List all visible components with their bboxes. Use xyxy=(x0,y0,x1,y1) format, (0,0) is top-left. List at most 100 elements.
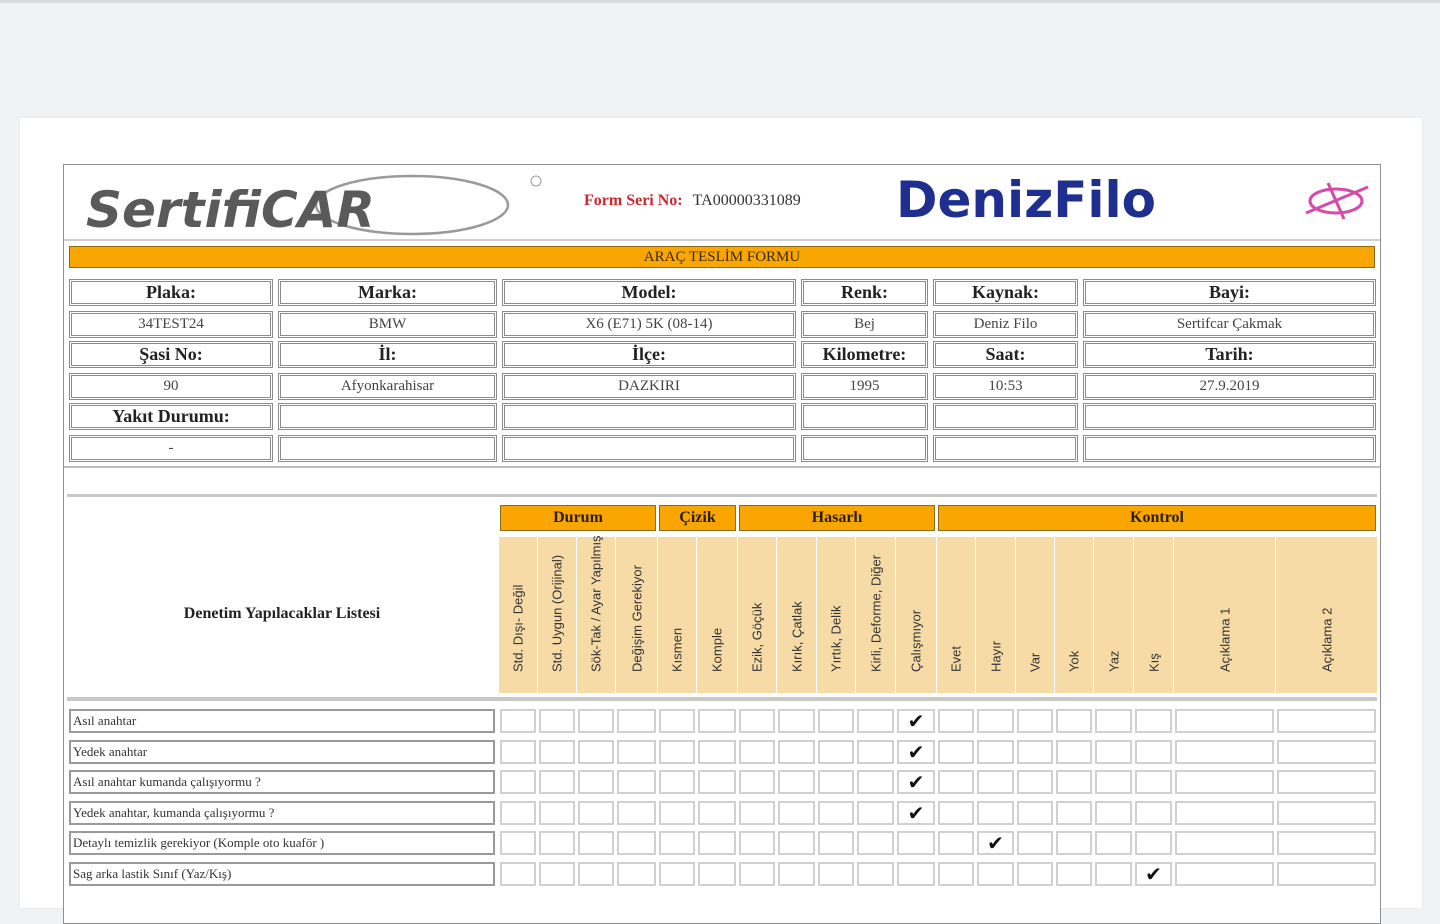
checkbox-cell[interactable] xyxy=(698,709,736,733)
checkbox-cell[interactable] xyxy=(778,831,815,855)
checkbox-cell[interactable] xyxy=(1277,770,1376,794)
checkbox-cell[interactable] xyxy=(938,831,974,855)
checkbox-cell[interactable] xyxy=(857,861,894,886)
checkbox-cell[interactable] xyxy=(818,709,854,733)
checkbox-cell[interactable] xyxy=(1056,739,1092,764)
checkbox-cell[interactable] xyxy=(1095,739,1132,764)
checkbox-cell[interactable] xyxy=(977,861,1014,886)
checkbox-cell[interactable] xyxy=(778,709,815,733)
checkbox-cell[interactable] xyxy=(539,800,575,825)
checkbox-cell[interactable] xyxy=(938,800,974,825)
checkbox-cell[interactable] xyxy=(818,739,854,764)
checkbox-cell[interactable] xyxy=(539,739,575,764)
checkbox-cell[interactable] xyxy=(617,709,656,733)
checkbox-cell[interactable] xyxy=(698,739,736,764)
checkbox-cell[interactable] xyxy=(857,831,894,855)
checkbox-cell[interactable] xyxy=(977,709,1014,733)
checkbox-cell[interactable] xyxy=(1095,831,1132,855)
checkbox-cell[interactable] xyxy=(778,739,815,764)
checkbox-cell[interactable] xyxy=(1017,739,1053,764)
checkbox-cell[interactable] xyxy=(897,831,935,855)
checkbox-cell[interactable] xyxy=(659,831,695,855)
checkbox-cell[interactable] xyxy=(938,739,974,764)
checkbox-cell[interactable] xyxy=(778,861,815,886)
checkbox-cell[interactable] xyxy=(818,800,854,825)
checkbox-cell[interactable] xyxy=(1135,800,1172,825)
checkbox-cell[interactable] xyxy=(1017,709,1053,733)
checkbox-cell[interactable] xyxy=(739,861,775,886)
checkbox-cell[interactable] xyxy=(578,861,614,886)
checkbox-cell[interactable] xyxy=(1017,800,1053,825)
checkbox-cell[interactable] xyxy=(617,831,656,855)
checkbox-cell-checked[interactable]: ✔ xyxy=(897,709,935,733)
checkbox-cell[interactable] xyxy=(938,861,974,886)
checkbox-cell[interactable] xyxy=(1017,861,1053,886)
checkbox-cell[interactable] xyxy=(818,831,854,855)
checkbox-cell[interactable] xyxy=(1135,831,1172,855)
checkbox-cell[interactable] xyxy=(938,709,974,733)
checkbox-cell[interactable] xyxy=(1277,739,1376,764)
checkbox-cell[interactable] xyxy=(578,770,614,794)
checkbox-cell[interactable] xyxy=(977,800,1014,825)
checkbox-cell[interactable] xyxy=(1095,770,1132,794)
checkbox-cell[interactable] xyxy=(1056,831,1092,855)
checkbox-cell[interactable] xyxy=(1017,831,1053,855)
checkbox-cell[interactable] xyxy=(938,770,974,794)
checkbox-cell[interactable] xyxy=(698,861,736,886)
checkbox-cell[interactable] xyxy=(500,861,536,886)
checkbox-cell[interactable] xyxy=(617,800,656,825)
checkbox-cell[interactable] xyxy=(539,861,575,886)
checkbox-cell[interactable] xyxy=(1175,861,1274,886)
checkbox-cell[interactable] xyxy=(977,739,1014,764)
checkbox-cell[interactable] xyxy=(578,739,614,764)
checkbox-cell[interactable] xyxy=(698,831,736,855)
checkbox-cell[interactable] xyxy=(500,831,536,855)
checkbox-cell[interactable] xyxy=(617,770,656,794)
checkbox-cell[interactable] xyxy=(1095,861,1132,886)
checkbox-cell[interactable] xyxy=(857,709,894,733)
checkbox-cell[interactable] xyxy=(778,800,815,825)
checkbox-cell-checked[interactable]: ✔ xyxy=(897,770,935,794)
checkbox-cell[interactable] xyxy=(1135,770,1172,794)
checkbox-cell[interactable] xyxy=(1056,709,1092,733)
checkbox-cell[interactable] xyxy=(539,831,575,855)
checkbox-cell[interactable] xyxy=(1277,709,1376,733)
checkbox-cell[interactable] xyxy=(818,861,854,886)
checkbox-cell-checked[interactable]: ✔ xyxy=(977,831,1014,855)
checkbox-cell[interactable] xyxy=(1175,739,1274,764)
checkbox-cell[interactable] xyxy=(857,800,894,825)
checkbox-cell[interactable] xyxy=(857,770,894,794)
checkbox-cell[interactable] xyxy=(1175,831,1274,855)
checkbox-cell[interactable] xyxy=(1017,770,1053,794)
checkbox-cell[interactable] xyxy=(1056,861,1092,886)
checkbox-cell-checked[interactable]: ✔ xyxy=(897,739,935,764)
checkbox-cell[interactable] xyxy=(857,739,894,764)
checkbox-cell[interactable] xyxy=(739,770,775,794)
checkbox-cell[interactable] xyxy=(617,739,656,764)
checkbox-cell[interactable] xyxy=(1175,770,1274,794)
checkbox-cell[interactable] xyxy=(739,800,775,825)
checkbox-cell[interactable] xyxy=(1277,831,1376,855)
checkbox-cell[interactable] xyxy=(977,770,1014,794)
checkbox-cell[interactable] xyxy=(578,709,614,733)
checkbox-cell[interactable] xyxy=(698,800,736,825)
checkbox-cell[interactable] xyxy=(739,739,775,764)
checkbox-cell[interactable] xyxy=(1095,709,1132,733)
checkbox-cell[interactable] xyxy=(500,709,536,733)
checkbox-cell[interactable] xyxy=(578,831,614,855)
checkbox-cell[interactable] xyxy=(739,709,775,733)
checkbox-cell[interactable] xyxy=(1277,861,1376,886)
checkbox-cell[interactable] xyxy=(1277,800,1376,825)
checkbox-cell[interactable] xyxy=(539,770,575,794)
checkbox-cell[interactable] xyxy=(659,770,695,794)
checkbox-cell[interactable] xyxy=(1056,800,1092,825)
checkbox-cell[interactable] xyxy=(539,709,575,733)
checkbox-cell[interactable] xyxy=(659,861,695,886)
checkbox-cell[interactable] xyxy=(659,709,695,733)
checkbox-cell-checked[interactable]: ✔ xyxy=(1135,861,1172,886)
checkbox-cell[interactable] xyxy=(698,770,736,794)
checkbox-cell[interactable] xyxy=(818,770,854,794)
checkbox-cell[interactable] xyxy=(1135,709,1172,733)
checkbox-cell[interactable] xyxy=(739,831,775,855)
checkbox-cell[interactable] xyxy=(1175,709,1274,733)
